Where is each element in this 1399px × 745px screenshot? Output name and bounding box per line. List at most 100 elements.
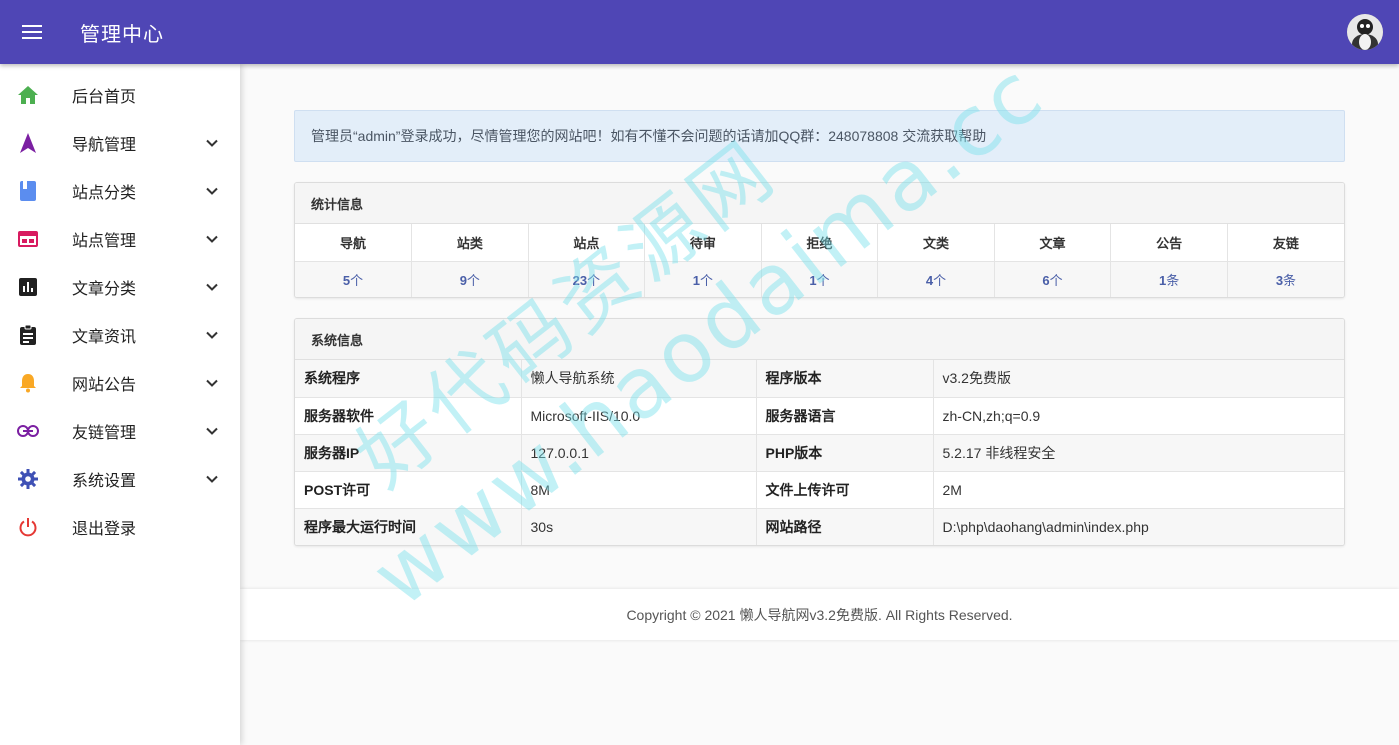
chevron-down-icon (202, 325, 222, 345)
info-value: 8M (521, 471, 757, 509)
stats-value-row: 5个 9个 23个 1个 1个 4个 6个 1条 3条 (295, 261, 1344, 297)
sidebar-item-label: 友链管理 (72, 425, 137, 442)
info-key: 系统程序 (295, 360, 522, 398)
sidebar-item-label: 导航管理 (72, 137, 137, 154)
stat-header: 文类 (877, 224, 995, 262)
sidebar-item-home[interactable]: 后台首页 (0, 71, 240, 119)
stat-header: 待审 (644, 224, 762, 262)
info-key: 程序版本 (756, 360, 934, 398)
menu-icon[interactable] (0, 0, 64, 64)
info-value: v3.2免费版 (933, 360, 1344, 398)
info-value: 懒人导航系统 (521, 360, 757, 398)
stat-unit: 条 (1283, 272, 1297, 288)
sidebar-item-articles[interactable]: 文章资讯 (0, 311, 240, 359)
chevron-down-icon (202, 277, 222, 297)
panel-title: 系统信息 (295, 319, 1344, 360)
info-key: 文件上传许可 (756, 471, 934, 509)
table-row: POST许可 8M 文件上传许可 2M (295, 471, 1344, 509)
table-row: 服务器IP 127.0.0.1 PHP版本 5.2.17 非线程安全 (295, 434, 1344, 472)
stat-value: 9 (459, 272, 467, 288)
avatar[interactable] (1347, 14, 1383, 50)
stat-header: 站点 (528, 224, 646, 262)
sidebar-item-logout[interactable]: 退出登录 (0, 503, 240, 551)
info-key: 网站路径 (756, 508, 934, 545)
stat-unit: 个 (587, 272, 601, 288)
stat-header: 导航 (295, 224, 413, 262)
sidebar-item-site-manage[interactable]: 站点管理 (0, 215, 240, 263)
bell-icon (17, 372, 39, 394)
stat-value-cell: 23个 (528, 261, 646, 297)
table-row: 程序最大运行时间 30s 网站路径 D:\php\daohang\admin\i… (295, 508, 1344, 545)
stat-header: 公告 (1110, 224, 1228, 262)
clipboard-icon (17, 324, 39, 346)
stat-header: 站类 (411, 224, 529, 262)
info-value: 2M (933, 471, 1344, 509)
sidebar-item-article-category[interactable]: 文章分类 (0, 263, 240, 311)
stat-value-cell: 1条 (1110, 261, 1228, 297)
power-icon (17, 516, 39, 538)
sidebar-item-site-category[interactable]: 站点分类 (0, 167, 240, 215)
chevron-down-icon (202, 421, 222, 441)
stat-header: 友链 (1227, 224, 1344, 262)
info-value: D:\php\daohang\admin\index.php (933, 508, 1344, 545)
sidebar-item-label: 站点管理 (72, 233, 137, 250)
sidebar: 后台首页 导航管理 站点分类 站点管理 文章分类 文章资讯 网站公告 友链管理 … (0, 64, 240, 745)
table-row: 服务器软件 Microsoft-IIS/10.0 服务器语言 zh-CN,zh;… (295, 397, 1344, 435)
stat-unit: 个 (816, 272, 830, 288)
stat-value-cell: 4个 (877, 261, 995, 297)
system-info-table: 系统程序 懒人导航系统 程序版本 v3.2免费版 服务器软件 Microsoft… (295, 360, 1344, 545)
bar-chart-icon (17, 276, 39, 298)
sidebar-item-label: 网站公告 (72, 377, 137, 394)
home-icon (17, 84, 39, 106)
stat-unit: 个 (350, 272, 364, 288)
info-key: PHP版本 (756, 434, 934, 472)
link-icon (17, 420, 39, 442)
footer-copyright: Copyright © 2021 懒人导航网v3.2免费版. All Right… (240, 589, 1399, 640)
stat-header: 文章 (994, 224, 1112, 262)
stats-header-row: 导航 站类 站点 待审 拒绝 文类 文章 公告 友链 (295, 224, 1344, 262)
stat-value-cell: 1个 (761, 261, 879, 297)
info-key: 程序最大运行时间 (295, 508, 522, 545)
sidebar-item-navigation[interactable]: 导航管理 (0, 119, 240, 167)
sidebar-item-links[interactable]: 友链管理 (0, 407, 240, 455)
stat-value: 3 (1275, 272, 1284, 288)
info-value: 30s (521, 508, 757, 545)
stat-header: 拒绝 (761, 224, 879, 262)
stat-value: 1 (809, 272, 817, 288)
stat-value: 23 (572, 272, 588, 288)
sidebar-item-announcements[interactable]: 网站公告 (0, 359, 240, 407)
stat-unit: 个 (700, 272, 714, 288)
stat-value-cell: 5个 (295, 261, 413, 297)
stat-unit: 条 (1166, 272, 1180, 288)
stat-unit: 个 (933, 272, 947, 288)
sidebar-item-settings[interactable]: 系统设置 (0, 455, 240, 503)
table-row: 系统程序 懒人导航系统 程序版本 v3.2免费版 (295, 360, 1344, 398)
chevron-down-icon (202, 469, 222, 489)
stat-value-cell: 9个 (411, 261, 529, 297)
stat-value: 6 (1042, 272, 1050, 288)
panel-title: 统计信息 (295, 183, 1344, 224)
sidebar-item-label: 系统设置 (72, 473, 137, 490)
top-app-bar: 管理中心 (0, 0, 1399, 64)
stat-value: 1 (692, 272, 701, 288)
chevron-down-icon (202, 373, 222, 393)
stat-value-cell: 3条 (1227, 261, 1344, 297)
system-info-panel: 系统信息 系统程序 懒人导航系统 程序版本 v3.2免费版 服务器软件 Micr… (294, 318, 1345, 546)
sidebar-item-label: 文章资讯 (72, 329, 137, 346)
book-icon (17, 180, 39, 202)
info-value: Microsoft-IIS/10.0 (521, 397, 757, 435)
info-value: 127.0.0.1 (521, 434, 757, 472)
web-window-icon (17, 228, 39, 250)
sidebar-item-label: 站点分类 (72, 185, 137, 202)
stats-table: 导航 站类 站点 待审 拒绝 文类 文章 公告 友链 5个 9个 23个 1个 … (295, 224, 1344, 297)
stats-panel: 统计信息 导航 站类 站点 待审 拒绝 文类 文章 公告 友链 5个 9个 23… (294, 182, 1345, 298)
info-value: zh-CN,zh;q=0.9 (933, 397, 1344, 435)
app-title: 管理中心 (80, 23, 164, 46)
info-value: 5.2.17 非线程安全 (933, 434, 1344, 472)
chevron-down-icon (202, 229, 222, 249)
stat-value-cell: 6个 (994, 261, 1112, 297)
sidebar-item-label: 退出登录 (72, 521, 137, 538)
stat-unit: 个 (1049, 272, 1063, 288)
stat-value-cell: 1个 (644, 261, 762, 297)
gear-icon (17, 468, 39, 490)
